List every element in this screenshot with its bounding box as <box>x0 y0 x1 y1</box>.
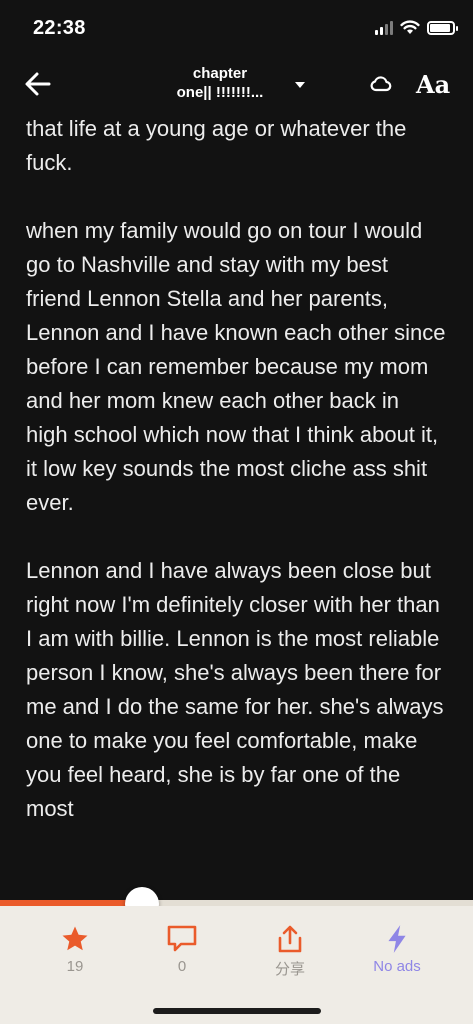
status-time: 22:38 <box>33 17 86 39</box>
arrow-left-icon <box>25 72 51 96</box>
home-indicator <box>153 1008 321 1014</box>
lightning-icon <box>388 925 406 953</box>
offline-cloud-button[interactable] <box>369 72 393 96</box>
star-icon <box>62 926 88 951</box>
chapter-dropdown-toggle[interactable] <box>293 78 307 90</box>
vote-button[interactable]: 19 <box>30 924 120 975</box>
signal-icon <box>375 20 393 35</box>
reader-toolbar: chapter one|| !!!!!!!... Aa <box>0 58 473 110</box>
chapter-text: that life at a young age or whatever the… <box>26 112 446 900</box>
status-bar: 22:38 <box>0 0 473 58</box>
no-ads-label: No ads <box>373 958 421 975</box>
chapter-title-button[interactable]: chapter one|| !!!!!!!... <box>150 64 290 102</box>
back-button[interactable] <box>22 68 58 100</box>
chapter-title-line2: one|| !!!!!!!... <box>176 84 264 101</box>
cloud-icon <box>370 76 392 92</box>
font-settings-button[interactable]: Aa <box>416 70 450 99</box>
bottom-action-bar: 19 0 分享 No ads <box>0 906 473 1024</box>
battery-icon <box>427 20 458 35</box>
status-icons <box>375 20 458 35</box>
comment-button[interactable]: 0 <box>137 924 227 975</box>
chapter-title-line1: chapter <box>192 65 248 82</box>
comment-count: 0 <box>177 958 187 975</box>
comment-icon <box>167 925 197 952</box>
caret-down-icon <box>295 82 305 88</box>
paragraph: Lennon and I have always been close but … <box>26 558 444 821</box>
share-button[interactable]: 分享 <box>245 924 335 979</box>
paragraph: when my family would go on tour I would … <box>26 218 446 515</box>
share-label: 分享 <box>274 961 305 978</box>
share-icon <box>278 925 302 953</box>
paragraph: that life at a young age or whatever the… <box>26 116 407 175</box>
no-ads-button[interactable]: No ads <box>352 924 442 975</box>
wifi-icon <box>400 20 420 34</box>
vote-count: 19 <box>66 958 84 975</box>
